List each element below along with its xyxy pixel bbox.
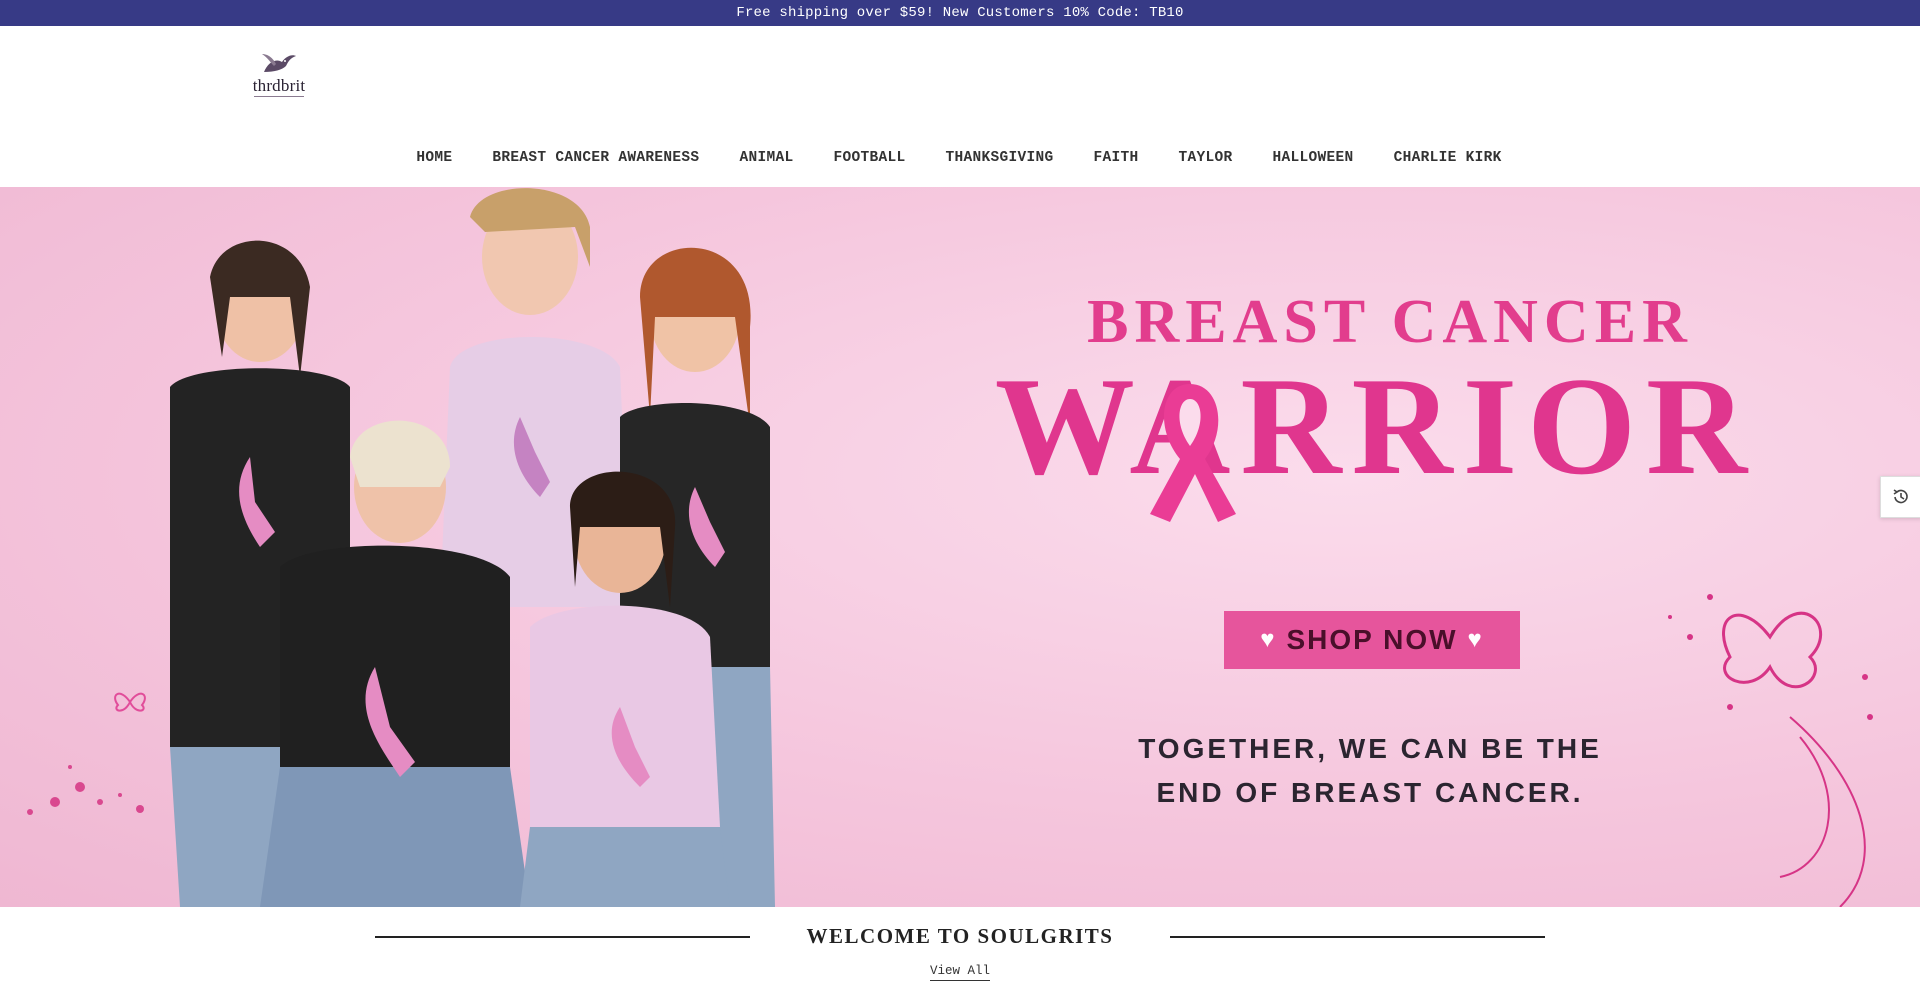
pink-dots-decoration (27, 765, 144, 815)
welcome-title: WELCOME TO SOULGRITS (806, 924, 1114, 948)
welcome-divider-left (375, 936, 750, 938)
nav-item-faith[interactable]: FAITH (1094, 150, 1139, 178)
welcome-divider-right (1170, 936, 1545, 938)
nav-item-breast-cancer-awareness[interactable]: BREAST CANCER AWARENESS (492, 150, 699, 178)
brand-logo[interactable]: thrdbrit (244, 52, 314, 102)
recently-viewed-button[interactable] (1880, 476, 1920, 518)
nav-item-home[interactable]: HOME (416, 150, 452, 178)
brand-name: thrdbrit (252, 76, 306, 95)
hero-title-line2: WARRIOR (994, 349, 1758, 504)
nav-item-halloween[interactable]: HALLOWEEN (1273, 150, 1354, 178)
ribbon-icon (1150, 384, 1236, 522)
shop-now-label: SHOP NOW (1286, 624, 1458, 655)
hero-banner[interactable]: BREAST CANCER WARRIOR ♥ SHOP NOW ♥ TOGET… (0, 187, 1920, 907)
logo-underline (254, 96, 304, 98)
nav-item-animal[interactable]: ANIMAL (739, 150, 793, 178)
hummingbird-logo-icon (262, 54, 296, 72)
hero-title-line1: BREAST CANCER (1087, 288, 1693, 356)
heart-icon: ♥ (1260, 626, 1277, 653)
hero-tagline-line2: END OF BREAST CANCER. (1156, 777, 1584, 808)
main-nav: HOME BREAST CANCER AWARENESS ANIMAL FOOT… (0, 150, 1920, 178)
nav-item-thanksgiving[interactable]: THANKSGIVING (945, 150, 1053, 178)
history-icon (1893, 489, 1908, 504)
hero-tagline-line1: TOGETHER, WE CAN BE THE (1138, 733, 1602, 764)
hero-photo-women-in-tshirts (170, 188, 775, 907)
butterfly-right-decoration (1668, 594, 1873, 907)
nav-item-taylor[interactable]: TAYLOR (1179, 150, 1233, 178)
heart-icon: ♥ (1467, 626, 1484, 653)
shop-now-button[interactable]: ♥ SHOP NOW ♥ (1224, 611, 1520, 669)
view-all-link[interactable]: View All (930, 964, 990, 981)
hero-tagline: TOGETHER, WE CAN BE THE END OF BREAST CA… (1090, 727, 1650, 815)
butterfly-left-icon (114, 692, 146, 712)
nav-item-charlie-kirk[interactable]: CHARLIE KIRK (1394, 150, 1502, 178)
nav-item-football[interactable]: FOOTBALL (833, 150, 905, 178)
announcement-bar: Free shipping over $59! New Customers 10… (0, 0, 1920, 26)
